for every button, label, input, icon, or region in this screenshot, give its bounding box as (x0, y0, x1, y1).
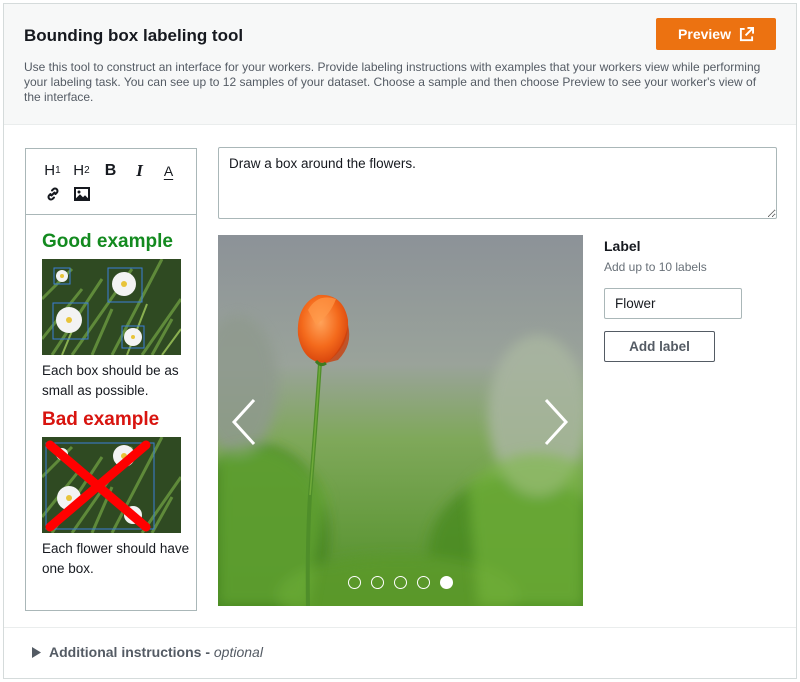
footer-divider (4, 627, 796, 628)
carousel-dot[interactable] (394, 576, 407, 589)
page-description: Use this tool to construct an interface … (24, 60, 761, 104)
carousel-dot[interactable] (417, 576, 430, 589)
sample-image-carousel[interactable] (218, 235, 583, 606)
labeling-tool-frame: Bounding box labeling tool Use this tool… (3, 3, 797, 679)
additional-instructions-label: Additional instructions - (49, 644, 210, 660)
label-panel: Label Add up to 10 labels Add label (604, 238, 784, 362)
editor-toolbar: H1 H2 B I A (26, 149, 196, 215)
heading2-button[interactable]: H2 (67, 160, 96, 182)
additional-instructions-toggle[interactable]: Additional instructions - optional (32, 644, 263, 660)
good-example-image (42, 259, 181, 355)
bad-example: Bad example Each flower should have one … (42, 409, 196, 579)
sample-image (218, 235, 583, 606)
chevron-left-icon (231, 398, 256, 446)
carousel-dots (348, 576, 453, 589)
bad-example-text: Each flower should have one box. (42, 541, 190, 576)
next-sample-button[interactable] (536, 397, 576, 447)
preview-button-label: Preview (678, 26, 731, 42)
add-label-button[interactable]: Add label (604, 331, 715, 362)
text-color-button[interactable]: A (154, 160, 183, 182)
label-hint: Add up to 10 labels (604, 260, 707, 274)
bad-example-title: Bad example (42, 409, 160, 430)
preview-button[interactable]: Preview (656, 18, 776, 50)
task-instruction-input[interactable]: Draw a box around the flowers. (218, 147, 777, 219)
image-icon (73, 186, 90, 201)
chevron-right-icon (544, 398, 569, 446)
carousel-dot[interactable] (440, 576, 453, 589)
heading1-button[interactable]: H1 (38, 160, 67, 182)
label-title: Label (604, 238, 641, 254)
good-example-text: Each box should be as small as possible. (42, 363, 179, 398)
optional-label: optional (213, 644, 263, 660)
instructions-editor: H1 H2 B I A Good example Each box should… (25, 148, 197, 611)
external-link-icon (739, 26, 754, 41)
carousel-dot[interactable] (371, 576, 384, 589)
link-icon (47, 187, 58, 200)
good-example: Good example Each box should be as small… (42, 231, 196, 401)
page-title: Bounding box labeling tool (24, 26, 244, 45)
bold-button[interactable]: B (96, 160, 125, 182)
link-button[interactable] (38, 183, 67, 205)
carousel-dot[interactable] (348, 576, 361, 589)
italic-button[interactable]: I (125, 160, 154, 182)
label-input[interactable] (604, 288, 742, 319)
caret-right-icon (32, 646, 41, 658)
good-example-title: Good example (42, 231, 173, 252)
editor-content: Good example Each box should be as small… (26, 215, 196, 579)
image-button[interactable] (67, 183, 96, 205)
header: Bounding box labeling tool Use this tool… (4, 4, 796, 125)
previous-sample-button[interactable] (224, 397, 264, 447)
bad-example-image (42, 437, 181, 533)
